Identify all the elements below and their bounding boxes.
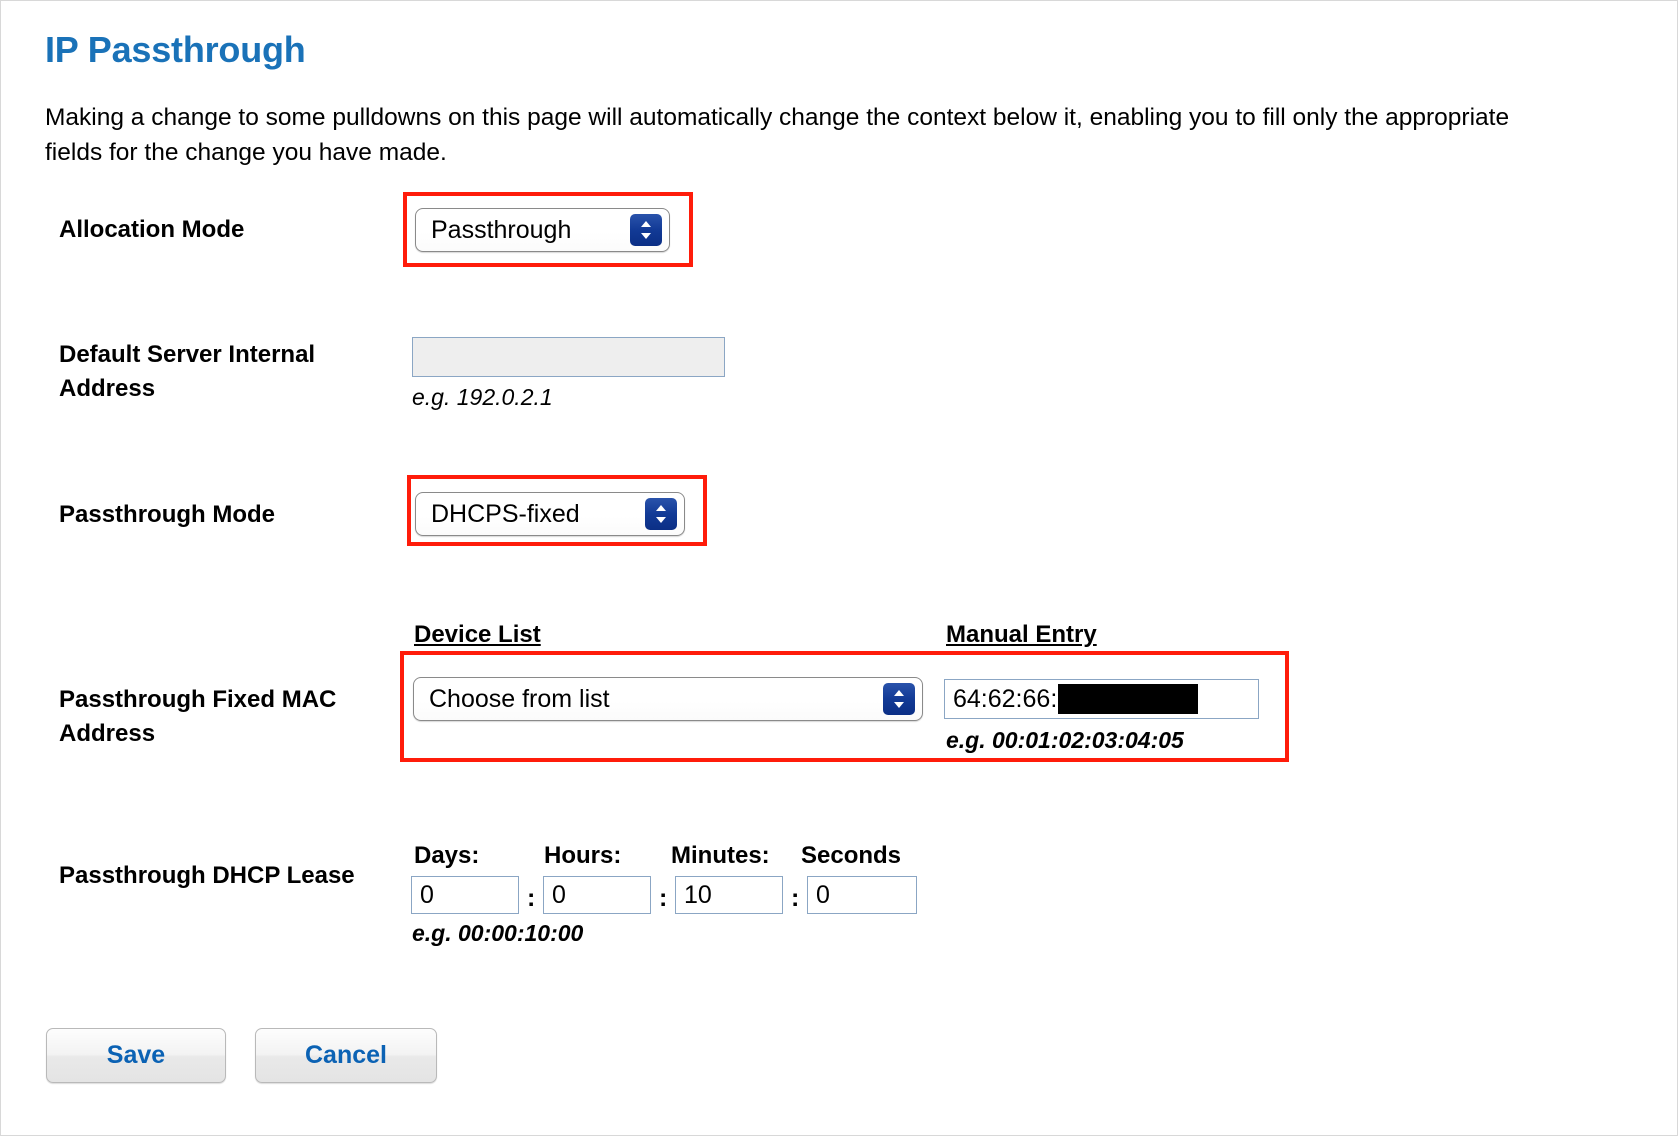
page-content: IP Passthrough Making a change to some p… [1,1,1677,1135]
chevron-up-down-icon[interactable] [645,498,677,530]
passthrough-mode-select[interactable]: DHCPS-fixed [415,492,685,536]
passthrough-mode-value: DHCPS-fixed [431,499,580,528]
manual-entry-mac-hint: e.g. 00:01:02:03:04:05 [946,727,1184,753]
manual-entry-mac-input[interactable]: 64:62:66: [944,679,1259,719]
lease-seconds-label: Seconds [801,842,902,869]
lease-seconds-value: 0 [816,880,830,909]
chevron-up-down-icon[interactable] [883,683,915,715]
allocation-mode-value: Passthrough [431,215,572,244]
passthrough-mode-label: Passthrough Mode [59,501,276,528]
device-list-header: Device List [414,621,541,648]
lease-hours-label: Hours: [544,842,622,869]
intro-paragraph: Making a change to some pulldowns on thi… [45,104,1510,166]
save-button[interactable]: Save [46,1028,226,1083]
default-server-internal-address-hint: e.g. 192.0.2.1 [412,384,553,410]
manual-entry-header: Manual Entry [946,621,1097,648]
lease-minutes-value: 10 [684,880,712,909]
redaction-bar [1058,684,1199,714]
passthrough-dhcp-lease-hint: e.g. 00:00:10:00 [412,920,584,946]
chevron-up-down-icon[interactable] [630,214,662,246]
lease-separator-1: : [527,884,536,912]
cancel-button[interactable]: Cancel [255,1028,437,1083]
passthrough-dhcp-lease-label: Passthrough DHCP Lease [59,862,355,889]
lease-minutes-input[interactable]: 10 [675,876,783,914]
device-list-value: Choose from list [429,684,610,713]
lease-days-input[interactable]: 0 [411,876,519,914]
page-title: IP Passthrough [45,29,306,70]
ip-passthrough-page: IP Passthrough Making a change to some p… [0,0,1678,1136]
manual-entry-mac-value: 64:62:66: [953,684,1058,713]
default-server-internal-address-label: Default Server Internal Address [59,341,316,402]
passthrough-fixed-mac-label: Passthrough Fixed MAC Address [59,686,337,747]
device-list-select[interactable]: Choose from list [413,677,923,721]
lease-minutes-label: Minutes: [671,842,770,869]
lease-seconds-input[interactable]: 0 [807,876,917,914]
lease-hours-input[interactable]: 0 [543,876,651,914]
allocation-mode-select[interactable]: Passthrough [415,208,670,252]
lease-days-value: 0 [420,880,434,909]
lease-days-label: Days: [414,842,480,869]
lease-separator-3: : [791,884,800,912]
allocation-mode-label: Allocation Mode [59,216,245,243]
default-server-internal-address-input[interactable] [412,337,725,377]
lease-hours-value: 0 [552,880,566,909]
lease-separator-2: : [659,884,668,912]
